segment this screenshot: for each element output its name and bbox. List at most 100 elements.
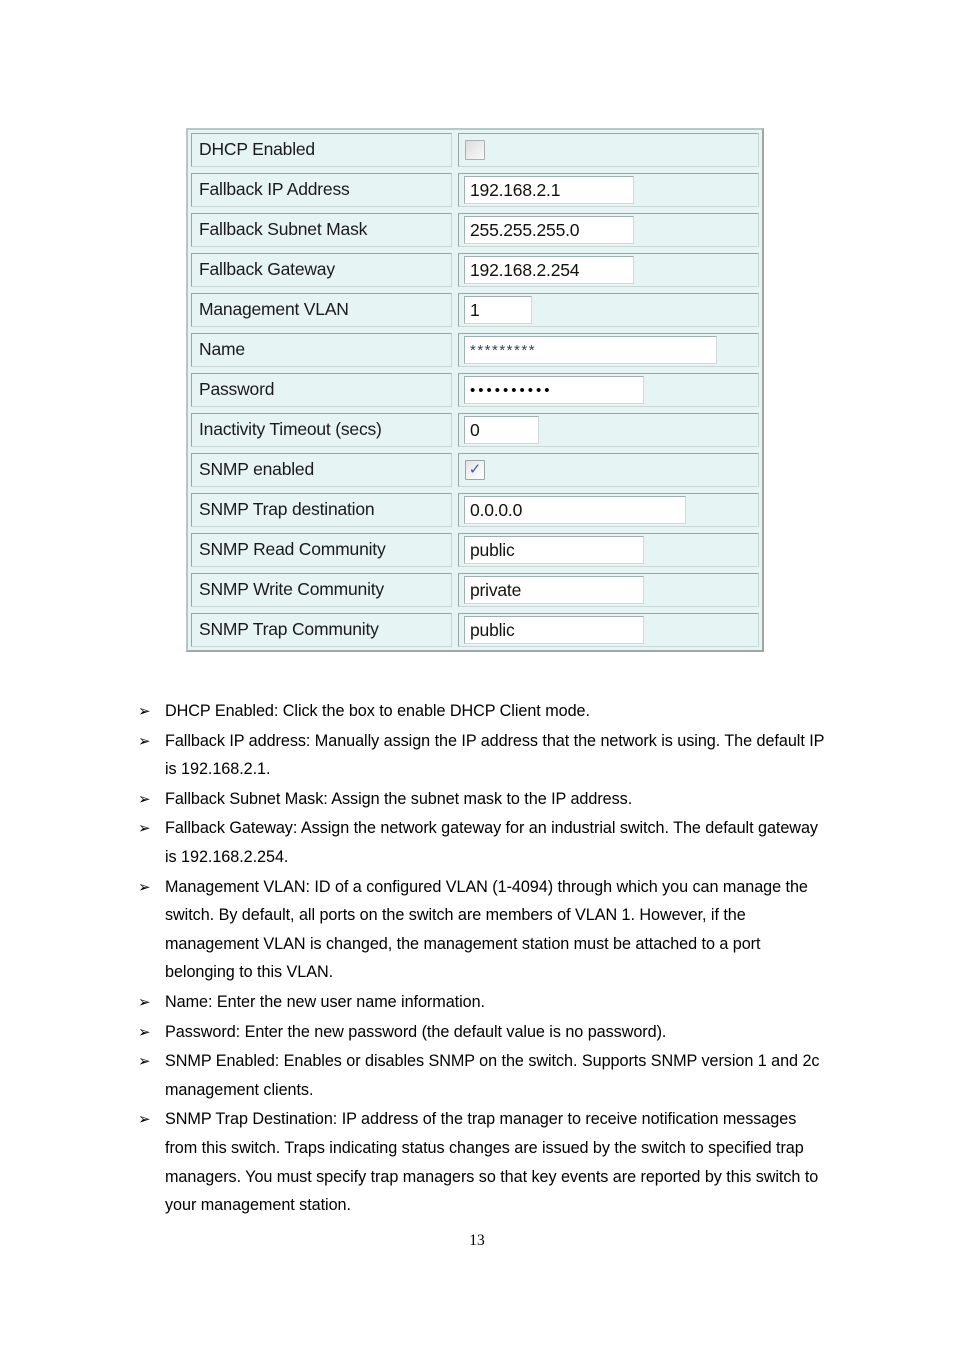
value-box: •••••••••• <box>458 373 759 407</box>
note-text: SNMP Enabled: Enables or disables SNMP o… <box>165 1052 820 1099</box>
label-box: Fallback Gateway <box>191 253 452 287</box>
text-input[interactable]: 255.255.255.0 <box>464 216 634 244</box>
setting-value-cell: •••••••••• <box>455 370 762 410</box>
list-item: ➢ Management VLAN: ID of a configured VLA… <box>138 873 828 987</box>
setting-label: SNMP Trap Community <box>199 619 379 640</box>
text-input[interactable]: 192.168.2.1 <box>464 176 634 204</box>
setting-label: Name <box>199 339 245 360</box>
list-item: ➢ SNMP Trap Destination: IP address of th… <box>138 1105 828 1219</box>
note-text: Fallback Gateway: Assign the network gat… <box>165 819 818 866</box>
value-box: ********* <box>458 333 759 367</box>
arrow-bullet-icon: ➢ <box>138 731 151 750</box>
checkbox-unchecked[interactable] <box>465 140 485 160</box>
setting-label: Management VLAN <box>199 299 349 320</box>
setting-label: Password <box>199 379 275 400</box>
text-input[interactable]: 1 <box>464 296 532 324</box>
list-item: ➢ DHCP Enabled: Click the box to enable D… <box>138 697 828 726</box>
value-box: 192.168.2.1 <box>458 173 759 207</box>
note-text: Password: Enter the new password (the de… <box>165 1022 667 1041</box>
table-row: Password •••••••••• <box>188 370 762 410</box>
arrow-bullet-icon: ➢ <box>138 819 151 838</box>
note-text: Fallback Subnet Mask: Assign the subnet … <box>165 789 633 808</box>
label-box: Fallback Subnet Mask <box>191 213 452 247</box>
setting-label-cell: SNMP enabled <box>188 450 455 490</box>
setting-value-cell: 1 <box>455 290 762 330</box>
table-row: SNMP Write Community private <box>188 570 762 610</box>
setting-label-cell: Inactivity Timeout (secs) <box>188 410 455 450</box>
setting-label-cell: DHCP Enabled <box>188 130 455 170</box>
setting-value-cell: ✓ <box>455 450 762 490</box>
text-input[interactable]: •••••••••• <box>464 376 644 404</box>
table-row: Fallback Subnet Mask 255.255.255.0 <box>188 210 762 250</box>
note-text: Fallback IP address: Manually assign the… <box>165 731 825 779</box>
label-box: Inactivity Timeout (secs) <box>191 413 452 447</box>
label-box: Fallback IP Address <box>191 173 452 207</box>
notes-list: ➢ DHCP Enabled: Click the box to enable D… <box>138 697 828 1221</box>
config-form-screenshot: DHCP Enabled Fallback IP Address 192.168.2… <box>186 128 764 652</box>
value-box: public <box>458 533 759 567</box>
setting-value-cell: 0 <box>455 410 762 450</box>
setting-label-cell: Name <box>188 330 455 370</box>
setting-label-cell: SNMP Trap destination <box>188 490 455 530</box>
table-row: SNMP Trap destination 0.0.0.0 <box>188 490 762 530</box>
value-box: 0.0.0.0 <box>458 493 759 527</box>
label-box: SNMP Read Community <box>191 533 452 567</box>
list-item: ➢ Fallback Gateway: Assign the network ga… <box>138 814 828 871</box>
settings-table: DHCP Enabled Fallback IP Address 192.168.2… <box>188 130 762 650</box>
setting-label-cell: SNMP Trap Community <box>188 610 455 650</box>
table-row: Fallback IP Address 192.168.2.1 <box>188 170 762 210</box>
arrow-bullet-icon: ➢ <box>138 789 151 808</box>
arrow-bullet-icon: ➢ <box>138 1110 151 1129</box>
table-row: Management VLAN 1 <box>188 290 762 330</box>
value-box: ✓ <box>458 453 759 487</box>
table-row: SNMP enabled ✓ <box>188 450 762 490</box>
setting-label-cell: Management VLAN <box>188 290 455 330</box>
value-box: 192.168.2.254 <box>458 253 759 287</box>
table-row: Fallback Gateway 192.168.2.254 <box>188 250 762 290</box>
table-row: Inactivity Timeout (secs) 0 <box>188 410 762 450</box>
setting-label: Fallback IP Address <box>199 179 350 200</box>
arrow-bullet-icon: ➢ <box>138 702 151 720</box>
setting-label-cell: SNMP Write Community <box>188 570 455 610</box>
value-box: 0 <box>458 413 759 447</box>
text-input[interactable]: public <box>464 616 644 644</box>
setting-label-cell: Password <box>188 370 455 410</box>
label-box: Management VLAN <box>191 293 452 327</box>
setting-value-cell: public <box>455 530 762 570</box>
setting-value-cell: 255.255.255.0 <box>455 210 762 250</box>
label-box: DHCP Enabled <box>191 133 452 167</box>
label-box: SNMP enabled <box>191 453 452 487</box>
list-item: ➢ Password: Enter the new password (the d… <box>138 1018 828 1047</box>
table-row: SNMP Read Community public <box>188 530 762 570</box>
table-row: SNMP Trap Community public <box>188 610 762 650</box>
text-input[interactable]: private <box>464 576 644 604</box>
text-input[interactable]: 0 <box>464 416 539 444</box>
setting-value-cell: ********* <box>455 330 762 370</box>
page-number: 13 <box>469 1232 485 1249</box>
setting-value-cell: 0.0.0.0 <box>455 490 762 530</box>
text-input[interactable]: public <box>464 536 644 564</box>
setting-label: Fallback Gateway <box>199 259 335 280</box>
text-input[interactable]: 0.0.0.0 <box>464 496 686 524</box>
value-box: private <box>458 573 759 607</box>
setting-value-cell: 192.168.2.254 <box>455 250 762 290</box>
setting-label-cell: Fallback Gateway <box>188 250 455 290</box>
setting-value-cell: 192.168.2.1 <box>455 170 762 210</box>
value-box <box>458 133 759 167</box>
setting-label: SNMP Write Community <box>199 579 384 600</box>
list-item: ➢ Name: Enter the new user name informati… <box>138 988 828 1017</box>
text-input[interactable]: 192.168.2.254 <box>464 256 634 284</box>
label-box: SNMP Write Community <box>191 573 452 607</box>
list-item: ➢ Fallback Subnet Mask: Assign the subnet… <box>138 785 828 814</box>
setting-value-cell: public <box>455 610 762 650</box>
label-box: Password <box>191 373 452 407</box>
text-input[interactable]: ********* <box>464 336 717 364</box>
setting-label: SNMP enabled <box>199 459 314 480</box>
note-text: SNMP Trap Destination: IP address of the… <box>165 1110 819 1215</box>
label-box: SNMP Trap destination <box>191 493 452 527</box>
arrow-bullet-icon: ➢ <box>138 877 151 896</box>
checkbox-checked[interactable]: ✓ <box>465 460 485 480</box>
setting-value-cell <box>455 130 762 170</box>
list-item: ➢ SNMP Enabled: Enables or disables SNMP … <box>138 1047 828 1104</box>
label-box: SNMP Trap Community <box>191 613 452 647</box>
